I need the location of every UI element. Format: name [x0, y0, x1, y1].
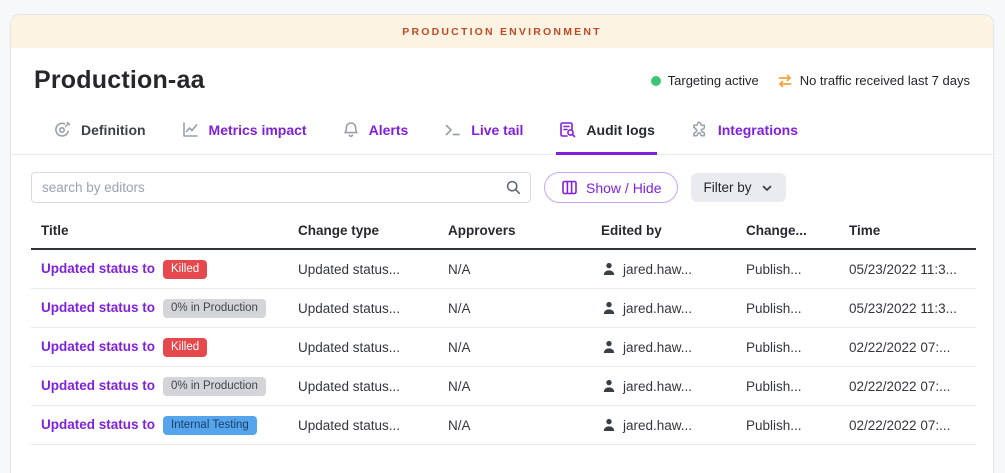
tab-integrations-label: Integrations [718, 122, 798, 138]
target-edit-icon [53, 120, 72, 139]
tab-audit-logs-label: Audit logs [586, 122, 654, 138]
cell-change-type: Updated status... [298, 406, 448, 445]
cell-time: 02/22/2022 07:... [849, 367, 976, 406]
cell-time: 05/23/2022 11:3... [849, 249, 976, 289]
cell-approvers: N/A [448, 249, 601, 289]
cell-edited-by: jared.haw... [623, 262, 692, 277]
column-header-title: Title [31, 217, 298, 249]
tab-live-tail[interactable]: Live tail [441, 105, 525, 155]
row-title-link[interactable]: Updated status to [41, 378, 155, 393]
cell-change: Publish... [746, 367, 849, 406]
edited-by-cell: jared.haw... [601, 328, 742, 366]
tab-live-tail-label: Live tail [471, 122, 523, 138]
person-icon [601, 300, 617, 316]
row-title-link[interactable]: Updated status to [41, 300, 155, 315]
green-dot-icon [651, 76, 661, 86]
person-icon [601, 339, 617, 355]
cell-change-type: Updated status... [298, 289, 448, 328]
status-badge: 0% in Production [163, 377, 266, 396]
table-row[interactable]: Updated status to 0% in Production Update… [31, 289, 976, 328]
audit-toolbar: Show / Hide Filter by [31, 172, 973, 203]
audit-log-search-icon [558, 120, 577, 139]
chevron-down-icon [760, 181, 774, 195]
filter-by-label: Filter by [703, 180, 751, 195]
tab-bar: Definition Metrics impact Alerts [11, 105, 993, 155]
table-row[interactable]: Updated status to Internal Testing Update… [31, 406, 976, 445]
puzzle-icon [690, 120, 709, 139]
line-chart-icon [181, 120, 200, 139]
tab-metrics-impact[interactable]: Metrics impact [179, 105, 309, 155]
audit-log-table: Title Change type Approvers Edited by Ch… [31, 217, 976, 445]
table-row[interactable]: Updated status to 0% in Production Update… [31, 367, 976, 406]
column-header-change: Change... [746, 217, 849, 249]
tab-metrics-impact-label: Metrics impact [209, 122, 307, 138]
cell-approvers: N/A [448, 367, 601, 406]
tab-alerts[interactable]: Alerts [340, 105, 411, 155]
row-title-link[interactable]: Updated status to [41, 339, 155, 354]
terminal-icon [443, 120, 462, 139]
status-badge: Internal Testing [163, 416, 257, 435]
cell-edited-by: jared.haw... [623, 340, 692, 355]
cell-approvers: N/A [448, 406, 601, 445]
table-row[interactable]: Updated status to Killed Updated status..… [31, 328, 976, 367]
search-wrap [31, 172, 531, 203]
swap-arrows-icon [777, 73, 793, 89]
tab-audit-logs[interactable]: Audit logs [556, 105, 656, 155]
status-group: Targeting active No traffic received las… [651, 73, 970, 89]
cell-change-type: Updated status... [298, 367, 448, 406]
cell-edited-by: jared.haw... [623, 418, 692, 433]
person-icon [601, 417, 617, 433]
tab-definition-label: Definition [81, 122, 146, 138]
targeting-status: Targeting active [651, 73, 759, 88]
cell-approvers: N/A [448, 328, 601, 367]
tab-definition[interactable]: Definition [51, 105, 148, 155]
edited-by-cell: jared.haw... [601, 367, 742, 405]
status-badge: Killed [163, 260, 207, 279]
person-icon [601, 261, 617, 277]
cell-change-type: Updated status... [298, 249, 448, 289]
edited-by-cell: jared.haw... [601, 250, 742, 288]
bell-icon [342, 120, 360, 139]
cell-time: 02/22/2022 07:... [849, 328, 976, 367]
column-header-change-type: Change type [298, 217, 448, 249]
status-badge: Killed [163, 338, 207, 357]
row-title-link[interactable]: Updated status to [41, 261, 155, 276]
search-input[interactable] [31, 172, 531, 203]
banner-label: PRODUCTION ENVIRONMENT [402, 26, 602, 38]
cell-approvers: N/A [448, 289, 601, 328]
show-hide-button[interactable]: Show / Hide [544, 172, 678, 203]
cell-time: 05/23/2022 11:3... [849, 289, 976, 328]
status-badge: 0% in Production [163, 299, 266, 318]
traffic-status-label: No traffic received last 7 days [800, 73, 970, 88]
page-header: Production-aa Targeting active No traffi… [11, 48, 993, 105]
cell-edited-by: jared.haw... [623, 379, 692, 394]
show-hide-label: Show / Hide [586, 180, 661, 196]
edited-by-cell: jared.haw... [601, 406, 742, 444]
person-icon [601, 378, 617, 394]
page-title: Production-aa [34, 66, 205, 95]
filter-by-button[interactable]: Filter by [691, 173, 785, 202]
cell-change: Publish... [746, 406, 849, 445]
environment-card: PRODUCTION ENVIRONMENT Production-aa Tar… [10, 14, 994, 473]
cell-change-type: Updated status... [298, 328, 448, 367]
production-environment-banner: PRODUCTION ENVIRONMENT [11, 15, 993, 48]
edited-by-cell: jared.haw... [601, 289, 742, 327]
column-header-time: Time [849, 217, 976, 249]
row-title-link[interactable]: Updated status to [41, 417, 155, 432]
targeting-status-label: Targeting active [668, 73, 759, 88]
cell-change: Publish... [746, 328, 849, 367]
columns-icon [561, 179, 578, 196]
tab-alerts-label: Alerts [369, 122, 409, 138]
column-header-approvers: Approvers [448, 217, 601, 249]
cell-change: Publish... [746, 249, 849, 289]
table-header-row: Title Change type Approvers Edited by Ch… [31, 217, 976, 249]
traffic-status: No traffic received last 7 days [777, 73, 970, 89]
tab-integrations[interactable]: Integrations [688, 105, 800, 155]
cell-change: Publish... [746, 289, 849, 328]
cell-edited-by: jared.haw... [623, 301, 692, 316]
cell-time: 02/22/2022 07:... [849, 406, 976, 445]
table-row[interactable]: Updated status to Killed Updated status..… [31, 249, 976, 289]
column-header-edited-by: Edited by [601, 217, 746, 249]
